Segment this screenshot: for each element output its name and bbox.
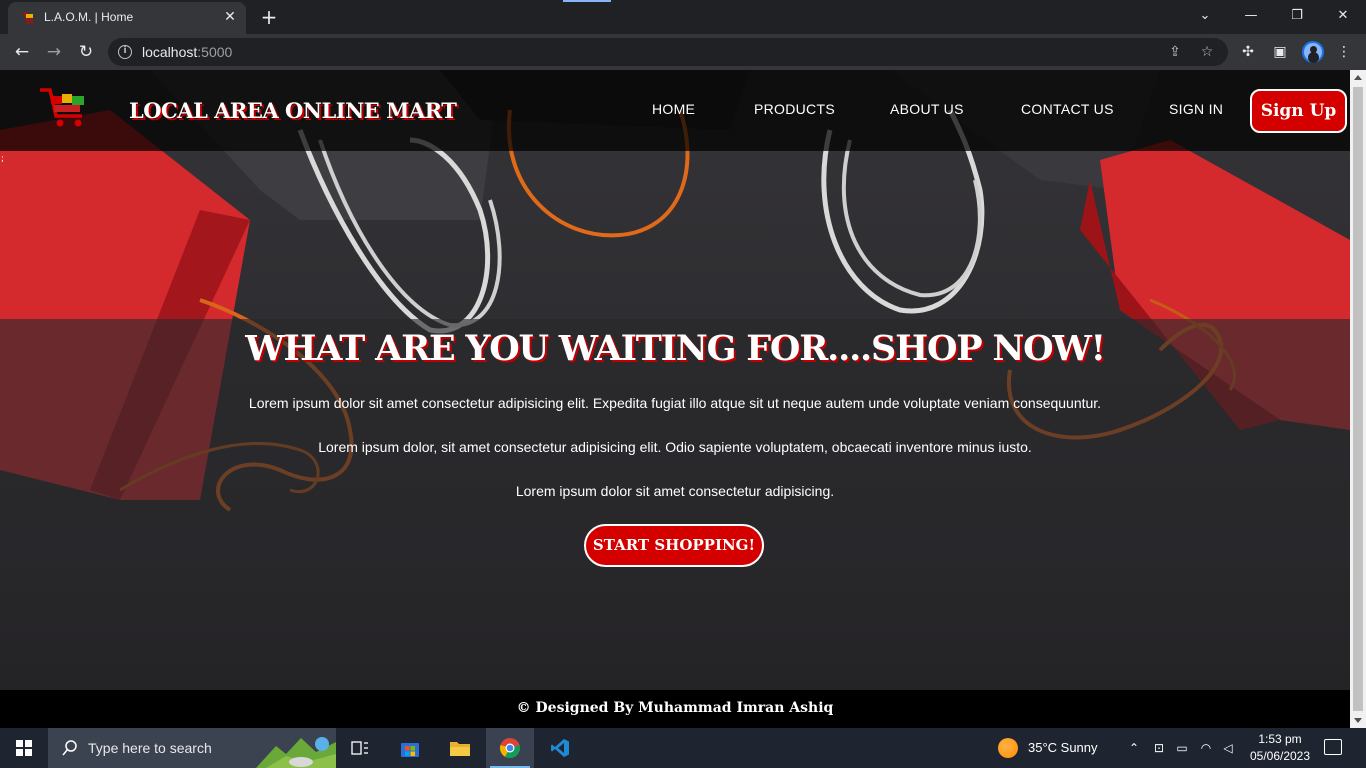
- search-placeholder: Type here to search: [88, 740, 212, 756]
- minimize-icon[interactable]: —: [1228, 4, 1274, 28]
- scroll-down-icon[interactable]: [1354, 718, 1362, 723]
- url-port: :5000: [197, 44, 233, 60]
- nav-contact-link[interactable]: CONTACT US: [1021, 101, 1114, 117]
- site-navbar: LOCAL AREA ONLINE MART HOME PRODUCTS ABO…: [0, 70, 1350, 151]
- folder-icon: [450, 742, 470, 756]
- weather-sun-icon[interactable]: [998, 738, 1018, 758]
- close-window-icon[interactable]: ✕: [1320, 4, 1366, 28]
- hero-paragraph-3: Lorem ipsum dolor sit amet consectetur a…: [515, 483, 835, 499]
- url-text: localhost:5000: [142, 44, 232, 60]
- tray-chevron-icon[interactable]: ⌃: [1126, 740, 1142, 756]
- page-viewport: LOCAL AREA ONLINE MART HOME PRODUCTS ABO…: [0, 70, 1350, 728]
- address-bar[interactable]: i localhost:5000 ⇪ ☆: [108, 38, 1228, 66]
- tab-indicator: [563, 0, 611, 2]
- search-highlight-art-icon: [256, 737, 336, 768]
- taskbar-search[interactable]: Type here to search: [48, 728, 336, 768]
- start-shopping-button[interactable]: START SHOPPING!: [584, 524, 764, 567]
- reload-icon[interactable]: ↻: [74, 40, 98, 64]
- extensions-icon[interactable]: ✣: [1238, 42, 1258, 62]
- chrome-icon: [500, 738, 520, 759]
- nav-about-link[interactable]: ABOUT US: [890, 101, 964, 117]
- tab-search-icon[interactable]: ⌄: [1182, 4, 1228, 28]
- windows-logo-icon: [16, 740, 32, 756]
- hero-paragraph-1: Lorem ipsum dolor sit amet consectetur a…: [248, 395, 1102, 411]
- vscode-icon: [551, 739, 569, 757]
- side-panel-icon[interactable]: ▣: [1270, 42, 1290, 62]
- notification-icon[interactable]: [1324, 739, 1342, 755]
- site-footer: © Designed By Muhammad Imran Ashiq: [0, 690, 1350, 728]
- weather-text[interactable]: 35°C Sunny: [1028, 740, 1098, 755]
- nav-products-link[interactable]: PRODUCTS: [754, 101, 835, 117]
- page-scrollbar[interactable]: [1350, 70, 1366, 728]
- task-view-button[interactable]: [336, 728, 384, 768]
- restore-icon[interactable]: ❐: [1274, 4, 1320, 28]
- nav-signin-link[interactable]: SIGN IN: [1169, 101, 1223, 117]
- volume-icon[interactable]: ◁: [1220, 740, 1236, 756]
- close-tab-icon[interactable]: ✕: [222, 9, 238, 25]
- footer-credit: © Designed By Muhammad Imran Ashiq: [516, 700, 834, 716]
- clock-date: 05/06/2023: [1249, 749, 1311, 763]
- site-brand[interactable]: LOCAL AREA ONLINE MART: [129, 98, 457, 123]
- signup-button[interactable]: Sign Up: [1250, 89, 1347, 133]
- site-info-icon[interactable]: i: [118, 45, 132, 59]
- task-view-icon: [351, 741, 368, 755]
- url-host: localhost: [142, 44, 198, 60]
- bookmark-star-icon[interactable]: ☆: [1198, 43, 1216, 61]
- chrome-taskbar-button[interactable]: [486, 728, 534, 768]
- cart-logo-icon[interactable]: [38, 86, 90, 132]
- forward-icon[interactable]: →: [42, 40, 66, 64]
- ms-store-button[interactable]: [386, 728, 434, 768]
- profile-avatar[interactable]: [1302, 41, 1324, 63]
- scroll-thumb[interactable]: [1353, 87, 1363, 711]
- menu-kebab-icon[interactable]: ⋮: [1334, 42, 1354, 62]
- hero-paragraph-2: Lorem ipsum dolor, sit amet consectetur …: [318, 439, 1032, 455]
- tab-title: L.A.O.M. | Home: [44, 10, 134, 24]
- vscode-button[interactable]: [536, 728, 584, 768]
- stray-text: ;: [1, 154, 5, 164]
- search-icon: [62, 740, 77, 756]
- windows-taskbar: Type here to search 35°C Sunny ⌃ ⊡ ▭ ◠ ◁…: [0, 728, 1366, 768]
- browser-tab-bar: L.A.O.M. | Home ✕ + ⌄ — ❐ ✕: [0, 0, 1366, 34]
- browser-tab[interactable]: L.A.O.M. | Home ✕: [8, 2, 246, 34]
- nav-home-link[interactable]: HOME: [652, 101, 695, 117]
- clock-time: 1:53 pm: [1258, 732, 1302, 746]
- start-button[interactable]: [0, 728, 48, 768]
- hero-title: WHAT ARE YOU WAITING FOR....SHOP NOW!: [245, 328, 1106, 369]
- scroll-up-icon[interactable]: [1354, 75, 1362, 80]
- battery-icon[interactable]: ▭: [1174, 740, 1190, 756]
- hero-section: WHAT ARE YOU WAITING FOR....SHOP NOW! Lo…: [0, 319, 1350, 577]
- share-icon[interactable]: ⇪: [1166, 43, 1184, 61]
- file-explorer-button[interactable]: [436, 728, 484, 768]
- new-tab-icon[interactable]: +: [258, 6, 280, 28]
- wifi-icon[interactable]: ◠: [1198, 740, 1214, 756]
- back-icon[interactable]: ←: [10, 40, 34, 64]
- meet-now-icon[interactable]: ⊡: [1151, 740, 1167, 756]
- ms-store-icon: [401, 743, 419, 757]
- cart-favicon-icon: [23, 12, 34, 24]
- browser-toolbar: ← → ↻ i localhost:5000 ⇪ ☆ ✣ ▣ ⋮: [0, 34, 1366, 70]
